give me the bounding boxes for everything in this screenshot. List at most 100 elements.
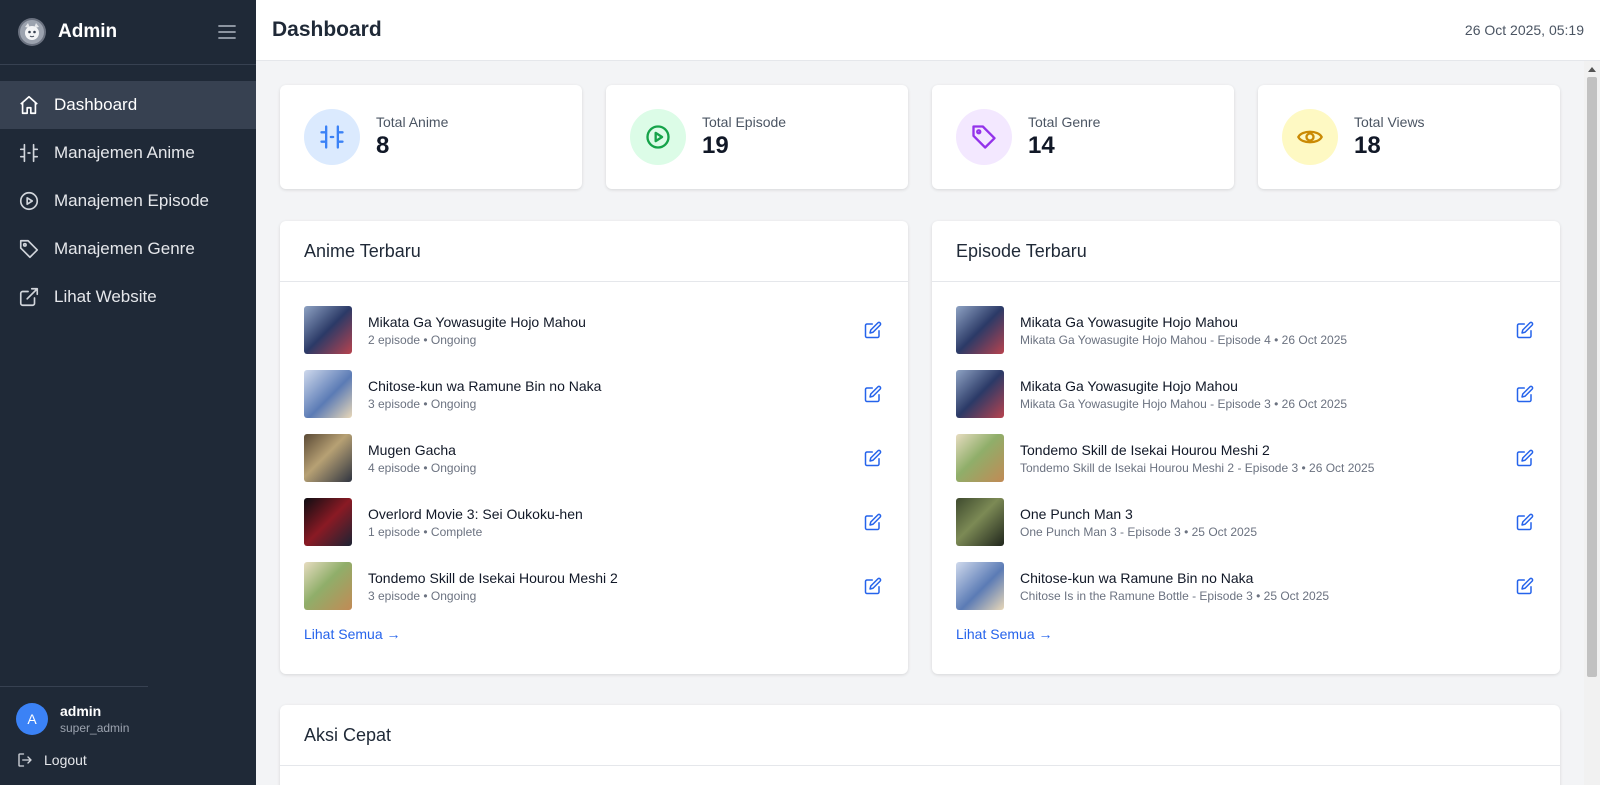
panel-title: Aksi Cepat bbox=[280, 705, 1560, 766]
episode-title: Mikata Ga Yowasugite Hojo Mahou bbox=[1020, 377, 1238, 394]
sidebar-item-anime[interactable]: Manajemen Anime bbox=[0, 129, 256, 177]
edit-icon[interactable] bbox=[1516, 577, 1534, 595]
sidebar-item-episode[interactable]: Manajemen Episode bbox=[0, 177, 256, 225]
episode-title: Tondemo Skill de Isekai Hourou Meshi 2 bbox=[1020, 441, 1270, 458]
list-item: Mugen Gacha 4 episode • Ongoing bbox=[304, 434, 884, 482]
anime-title: Overlord Movie 3: Sei Oukoku-hen bbox=[368, 505, 583, 522]
stat-card-views: Total Views 18 bbox=[1258, 85, 1560, 189]
episode-thumbnail bbox=[956, 370, 1004, 418]
stat-label: Total Views bbox=[1354, 114, 1425, 130]
sidebar-item-dashboard[interactable]: Dashboard bbox=[0, 81, 256, 129]
page-title: Dashboard bbox=[272, 18, 382, 41]
panel-title: Anime Terbaru bbox=[280, 221, 908, 282]
edit-icon[interactable] bbox=[864, 385, 882, 403]
stat-value: 8 bbox=[376, 132, 390, 159]
see-all-anime-link[interactable]: Lihat Semua → bbox=[304, 626, 401, 642]
anime-title: Mikata Ga Yowasugite Hojo Mahou bbox=[368, 313, 586, 330]
scroll-up-icon[interactable] bbox=[1588, 67, 1596, 72]
anime-meta: 4 episode • Ongoing bbox=[368, 460, 477, 475]
list-item: One Punch Man 3 One Punch Man 3 - Episod… bbox=[956, 498, 1536, 546]
tag-icon bbox=[956, 109, 1012, 165]
list-item: Mikata Ga Yowasugite Hojo Mahou Mikata G… bbox=[956, 370, 1536, 418]
sidebar: Admin Dashboard Manajemen Anime Manajeme… bbox=[0, 0, 256, 785]
see-all-episode-link[interactable]: Lihat Semua → bbox=[956, 626, 1053, 642]
external-link-icon bbox=[18, 286, 40, 308]
episode-thumbnail bbox=[956, 562, 1004, 610]
list-item: Tondemo Skill de Isekai Hourou Meshi 2 T… bbox=[956, 434, 1536, 482]
edit-icon[interactable] bbox=[1516, 385, 1534, 403]
sidebar-item-genre[interactable]: Manajemen Genre bbox=[0, 225, 256, 273]
logout-icon bbox=[18, 753, 32, 767]
episode-title: Mikata Ga Yowasugite Hojo Mahou bbox=[1020, 313, 1238, 330]
stat-label: Total Genre bbox=[1028, 114, 1101, 130]
list-item: Mikata Ga Yowasugite Hojo Mahou 2 episod… bbox=[304, 306, 884, 354]
stats-row: Total Anime 8 Total Episode 19 Total Gen… bbox=[280, 85, 1560, 189]
episode-thumbnail bbox=[956, 498, 1004, 546]
stat-value: 18 bbox=[1354, 132, 1381, 159]
sidebar-item-label: Manajemen Anime bbox=[54, 143, 195, 162]
episode-meta: One Punch Man 3 - Episode 3 • 25 Oct 202… bbox=[1020, 524, 1258, 539]
episode-meta: Mikata Ga Yowasugite Hojo Mahou - Episod… bbox=[1020, 396, 1348, 411]
film-icon bbox=[304, 109, 360, 165]
edit-icon[interactable] bbox=[1516, 321, 1534, 339]
hamburger-menu-icon[interactable] bbox=[216, 21, 238, 43]
episode-meta: Mikata Ga Yowasugite Hojo Mahou - Episod… bbox=[1020, 332, 1348, 347]
edit-icon[interactable] bbox=[864, 449, 882, 467]
sidebar-item-label: Manajemen Episode bbox=[54, 191, 209, 210]
user-name: admin bbox=[60, 703, 102, 719]
top-header: Dashboard 26 Oct 2025, 05:19 bbox=[256, 0, 1600, 61]
stat-value: 14 bbox=[1028, 132, 1055, 159]
edit-icon[interactable] bbox=[864, 577, 882, 595]
main-content: Total Anime 8 Total Episode 19 Total Gen… bbox=[256, 61, 1584, 785]
sidebar-brand: Admin bbox=[0, 0, 256, 65]
latest-episode-panel: Episode Terbaru Mikata Ga Yowasugite Hoj… bbox=[932, 221, 1560, 674]
edit-icon[interactable] bbox=[864, 321, 882, 339]
stat-label: Total Anime bbox=[376, 114, 449, 130]
anime-title: Tondemo Skill de Isekai Hourou Meshi 2 bbox=[368, 569, 618, 586]
vertical-scrollbar[interactable] bbox=[1584, 61, 1600, 785]
anime-thumbnail bbox=[304, 434, 352, 482]
edit-icon[interactable] bbox=[1516, 449, 1534, 467]
episode-title: Chitose-kun wa Ramune Bin no Naka bbox=[1020, 569, 1254, 586]
edit-icon[interactable] bbox=[864, 513, 882, 531]
anime-thumbnail bbox=[304, 306, 352, 354]
list-item: Overlord Movie 3: Sei Oukoku-hen 1 episo… bbox=[304, 498, 884, 546]
list-item: Mikata Ga Yowasugite Hojo Mahou Mikata G… bbox=[956, 306, 1536, 354]
episode-title: One Punch Man 3 bbox=[1020, 505, 1133, 522]
sidebar-footer: A admin super_admin Logout bbox=[0, 686, 256, 785]
episode-thumbnail bbox=[956, 434, 1004, 482]
tag-icon bbox=[18, 238, 40, 260]
sidebar-item-label: Lihat Website bbox=[54, 287, 157, 306]
sidebar-item-label: Dashboard bbox=[54, 95, 138, 114]
episode-meta: Chitose Is in the Ramune Bottle - Episod… bbox=[1020, 588, 1330, 603]
sidebar-item-website[interactable]: Lihat Website bbox=[0, 273, 256, 321]
stat-card-anime: Total Anime 8 bbox=[280, 85, 582, 189]
anime-title: Chitose-kun wa Ramune Bin no Naka bbox=[368, 377, 602, 394]
panel-title: Episode Terbaru bbox=[932, 221, 1560, 282]
anime-thumbnail bbox=[304, 498, 352, 546]
edit-icon[interactable] bbox=[1516, 513, 1534, 531]
list-item: Chitose-kun wa Ramune Bin no Naka 3 epis… bbox=[304, 370, 884, 418]
avatar: A bbox=[16, 703, 48, 735]
sidebar-nav: Dashboard Manajemen Anime Manajemen Epis… bbox=[0, 65, 256, 321]
film-icon bbox=[18, 142, 40, 164]
latest-anime-panel: Anime Terbaru Mikata Ga Yowasugite Hojo … bbox=[280, 221, 908, 674]
anime-meta: 1 episode • Complete bbox=[368, 524, 483, 539]
logout-label: Logout bbox=[44, 752, 87, 768]
user-role: super_admin bbox=[60, 721, 130, 735]
user-info: A admin super_admin bbox=[0, 687, 256, 741]
anime-title: Mugen Gacha bbox=[368, 441, 456, 458]
stat-label: Total Episode bbox=[702, 114, 787, 130]
logout-button[interactable]: Logout bbox=[0, 741, 256, 785]
play-circle-icon bbox=[630, 109, 686, 165]
play-circle-icon bbox=[18, 190, 40, 212]
anime-thumbnail bbox=[304, 562, 352, 610]
sidebar-item-label: Manajemen Genre bbox=[54, 239, 195, 258]
anime-thumbnail bbox=[304, 370, 352, 418]
list-item: Chitose-kun wa Ramune Bin no Naka Chitos… bbox=[956, 562, 1536, 610]
current-datetime: 26 Oct 2025, 05:19 bbox=[1464, 22, 1584, 38]
anime-meta: 3 episode • Ongoing bbox=[368, 396, 477, 411]
brand-title: Admin bbox=[58, 21, 118, 42]
stat-card-episode: Total Episode 19 bbox=[606, 85, 908, 189]
scrollbar-thumb[interactable] bbox=[1587, 77, 1597, 677]
